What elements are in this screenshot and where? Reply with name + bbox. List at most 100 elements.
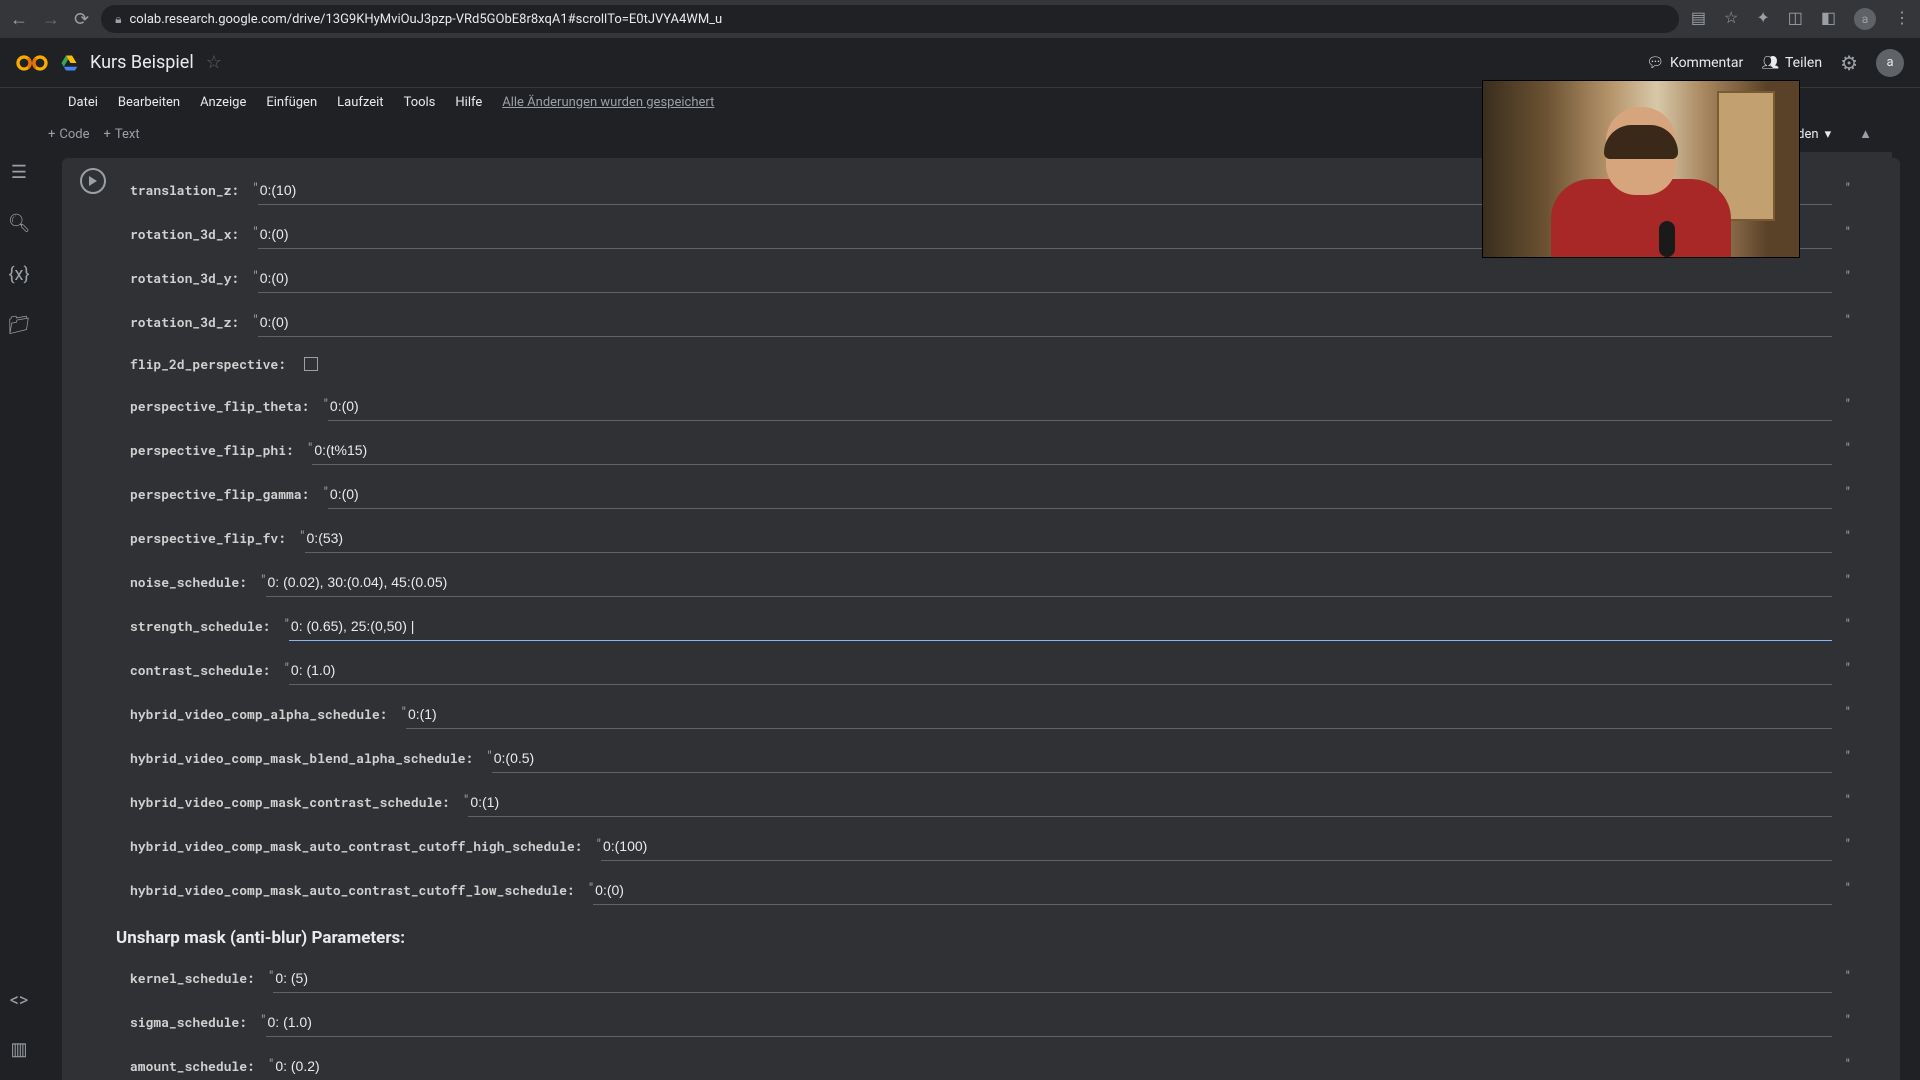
menu-anzeige[interactable]: Anzeige xyxy=(200,95,246,110)
gear-icon[interactable]: ⚙ xyxy=(1840,51,1858,75)
forward-icon[interactable]: → xyxy=(42,9,60,30)
form-input[interactable] xyxy=(266,1008,1832,1037)
mirror-icon[interactable]: ☍ xyxy=(1810,152,1824,153)
translate-icon[interactable]: ▤ xyxy=(1691,8,1706,30)
quote-icon: " xyxy=(1846,1000,1850,1028)
form-label: contrast_schedule: xyxy=(130,661,284,679)
form-input[interactable] xyxy=(601,832,1832,861)
form-row: hybrid_video_comp_mask_contrast_schedule… xyxy=(130,780,1888,824)
share-button[interactable]: 👥︎ Teilen xyxy=(1761,55,1822,71)
menu-tools[interactable]: Tools xyxy=(404,95,436,110)
quote-icon: " xyxy=(1846,472,1850,500)
extensions-icon[interactable]: ✦ xyxy=(1756,8,1769,30)
section-heading: Unsharp mask (anti-blur) Parameters: xyxy=(116,928,1888,948)
form-row: kernel_schedule: " " xyxy=(130,956,1888,1000)
form-input[interactable] xyxy=(258,264,1832,293)
form-input[interactable] xyxy=(273,1052,1832,1080)
notebook-title[interactable]: Kurs Beispiel xyxy=(90,52,194,73)
reload-icon[interactable]: ⟳ xyxy=(74,9,89,30)
colab-logo[interactable] xyxy=(16,47,48,79)
form-input[interactable] xyxy=(328,480,1832,509)
save-status[interactable]: Alle Änderungen wurden gespeichert xyxy=(502,95,714,110)
menu-einfuegen[interactable]: Einfügen xyxy=(266,95,317,110)
quote-icon: " xyxy=(1846,780,1850,808)
form-label: rotation_3d_z: xyxy=(130,313,253,331)
quote-icon: " xyxy=(1846,212,1850,240)
form-input[interactable] xyxy=(266,568,1832,597)
form-input[interactable] xyxy=(258,308,1832,337)
terminal-icon[interactable]: ▥ xyxy=(10,1039,27,1060)
menu-bearbeiten[interactable]: Bearbeiten xyxy=(118,95,180,110)
toc-icon[interactable]: ☰ xyxy=(11,162,27,183)
url-bar[interactable]: 🔒︎ colab.research.google.com/drive/13G9K… xyxy=(101,5,1679,33)
quote-icon: " xyxy=(1846,824,1850,852)
form-row: hybrid_video_comp_mask_auto_contrast_cut… xyxy=(130,824,1888,868)
cell-menu-icon[interactable]: ⋮ xyxy=(1870,152,1884,153)
star-icon[interactable]: ☆ xyxy=(206,52,222,73)
panel-icon[interactable]: ◫ xyxy=(1788,8,1803,30)
form-label: hybrid_video_comp_mask_auto_contrast_cut… xyxy=(130,881,589,899)
bookmark-icon[interactable]: ☆ xyxy=(1724,8,1738,30)
comment-button[interactable]: 💬︎ Kommentar xyxy=(1646,55,1743,71)
form-label: amount_schedule: xyxy=(130,1057,269,1075)
form-label: kernel_schedule: xyxy=(130,969,269,987)
form-row: hybrid_video_comp_mask_blend_alpha_sched… xyxy=(130,736,1888,780)
lock-icon: 🔒︎ xyxy=(115,12,121,27)
panel2-icon[interactable]: ◧ xyxy=(1821,8,1836,30)
form-input[interactable] xyxy=(406,700,1832,729)
quote-icon: " xyxy=(1846,736,1850,764)
form-cell: ↑ ↓ ⇎ ✎ ☍ 🗑︎ ⋮ translation_z: " " rotati… xyxy=(62,158,1900,1080)
form-label: perspective_flip_theta: xyxy=(130,397,323,415)
form-label: strength_schedule: xyxy=(130,617,284,635)
menu-laufzeit[interactable]: Laufzeit xyxy=(337,95,383,110)
quote-icon: " xyxy=(1846,1044,1850,1072)
form-input[interactable] xyxy=(305,524,1832,553)
quote-icon: " xyxy=(1846,300,1850,328)
quote-icon: " xyxy=(1846,648,1850,676)
quote-icon: " xyxy=(1846,256,1850,284)
plus-icon: + xyxy=(48,127,55,142)
browser-menu-icon[interactable]: ⋮ xyxy=(1894,8,1910,30)
form-input[interactable] xyxy=(312,436,1832,465)
add-code-button[interactable]: + Code xyxy=(48,127,90,142)
browser-avatar[interactable]: a xyxy=(1854,8,1876,30)
people-icon: 👥︎ xyxy=(1761,55,1779,71)
form-label: flip_2d_perspective: xyxy=(130,355,300,373)
form-input[interactable] xyxy=(273,964,1832,993)
variables-icon[interactable]: {x} xyxy=(8,264,29,285)
content-area[interactable]: ↑ ↓ ⇎ ✎ ☍ 🗑︎ ⋮ translation_z: " " rotati… xyxy=(38,152,1920,1080)
form-input[interactable] xyxy=(492,744,1832,773)
url-text: colab.research.google.com/drive/13G9KHyM… xyxy=(129,12,722,27)
menu-datei[interactable]: Datei xyxy=(68,95,98,110)
form-input[interactable] xyxy=(328,392,1832,421)
search-icon[interactable]: 🔍︎ xyxy=(8,213,31,234)
form-row: rotation_3d_z: " " xyxy=(130,300,1888,344)
add-text-button[interactable]: + Text xyxy=(104,127,140,142)
quote-icon: " xyxy=(1846,604,1850,632)
form-row: strength_schedule: " " xyxy=(130,604,1888,648)
form-label: hybrid_video_comp_alpha_schedule: xyxy=(130,705,401,723)
back-icon[interactable]: ← xyxy=(10,9,28,30)
form-input[interactable] xyxy=(289,612,1832,641)
dropdown-icon: ▾ xyxy=(1825,127,1832,142)
code-icon[interactable]: <> xyxy=(10,990,29,1011)
form-input[interactable] xyxy=(468,788,1832,817)
form-input[interactable] xyxy=(593,876,1832,905)
menu-hilfe[interactable]: Hilfe xyxy=(455,95,482,110)
form-input[interactable] xyxy=(289,656,1832,685)
checkbox[interactable] xyxy=(304,357,318,371)
form-label: hybrid_video_comp_mask_blend_alpha_sched… xyxy=(130,749,487,767)
form-label: hybrid_video_comp_mask_auto_contrast_cut… xyxy=(130,837,596,855)
form-label: perspective_flip_fv: xyxy=(130,529,300,547)
quote-icon: " xyxy=(1846,516,1850,544)
form-label: noise_schedule: xyxy=(130,573,261,591)
form-row: noise_schedule: " " xyxy=(130,560,1888,604)
browser-bar: ← → ⟳ 🔒︎ colab.research.google.com/drive… xyxy=(0,0,1920,38)
files-icon[interactable]: 📁︎ xyxy=(8,315,31,336)
delete-icon[interactable]: 🗑︎ xyxy=(1838,152,1856,153)
left-rail: ☰ 🔍︎ {x} 📁︎ <> ▥ xyxy=(0,152,38,1080)
quote-icon: " xyxy=(1846,428,1850,456)
collapse-icon[interactable]: ▲ xyxy=(1859,126,1872,142)
run-button[interactable] xyxy=(80,168,106,194)
user-avatar[interactable]: a xyxy=(1876,49,1904,77)
